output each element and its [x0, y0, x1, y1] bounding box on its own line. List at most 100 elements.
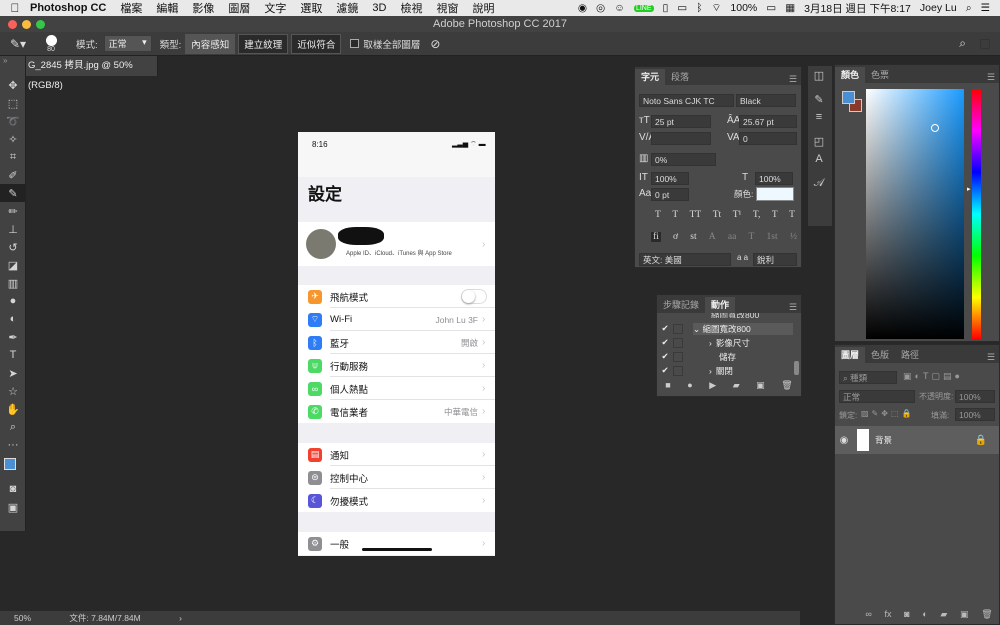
new-layer-icon[interactable]: ▣: [960, 609, 969, 620]
text-color-swatch[interactable]: [756, 187, 794, 201]
subscript-button[interactable]: T,: [753, 210, 760, 220]
menu-file[interactable]: 檔案: [120, 0, 142, 16]
language-select[interactable]: 英文: 美國: [639, 253, 731, 266]
type-tool-icon[interactable]: T: [0, 346, 26, 364]
list-icon[interactable]: ☰: [981, 2, 990, 14]
create-texture-button[interactable]: 建立紋理: [238, 33, 289, 54]
filter-icons[interactable]: ▣◐T▢▤●: [903, 371, 963, 382]
content-aware-button[interactable]: 內容感知: [185, 33, 236, 54]
adjustment-layer-icon[interactable]: ◐: [922, 609, 927, 620]
healing-brush-icon[interactable]: ✎: [0, 184, 26, 202]
mode-select[interactable]: 正常 ▾: [103, 35, 152, 52]
vertical-scale-field[interactable]: 100%: [651, 172, 689, 185]
stop-icon[interactable]: ■: [665, 380, 670, 391]
blend-mode-select[interactable]: 正常: [839, 390, 915, 403]
airplane-toggle[interactable]: [461, 289, 487, 304]
glyphs-icon[interactable]: 𝒜: [808, 174, 830, 192]
dodge-tool-icon[interactable]: ◐: [0, 310, 26, 328]
tab-color[interactable]: 顏色: [835, 67, 866, 83]
list-item[interactable]: ☾ 勿擾模式 ›: [298, 489, 495, 512]
new-action-icon[interactable]: ▣: [756, 380, 765, 391]
lasso-tool-icon[interactable]: ➰: [0, 112, 26, 130]
search-icon[interactable]: ⌕: [959, 36, 966, 51]
stamp-tool-icon[interactable]: ⊥: [0, 220, 26, 238]
flag-icon[interactable]: ▦: [785, 2, 795, 14]
chevron-right-icon[interactable]: ›: [179, 613, 182, 623]
document-tab[interactable]: G_2845 拷貝.jpg @ 50% (RGB/8): [26, 56, 158, 91]
visibility-eye-icon[interactable]: ◉: [835, 435, 853, 446]
trash-icon[interactable]: 🗑: [781, 380, 792, 391]
list-item[interactable]: ∞ 個人熱點 ›: [298, 377, 495, 400]
list-item[interactable]: ᛒ 藍牙 開啟 ›: [298, 331, 495, 354]
move-tool-icon[interactable]: ✥: [0, 76, 26, 94]
menu-view[interactable]: 檢視: [400, 0, 422, 16]
panel-menu-icon[interactable]: ☰: [987, 72, 995, 83]
titling-button[interactable]: T: [749, 232, 755, 242]
eyedropper-icon[interactable]: ✐: [0, 166, 26, 184]
list-item[interactable]: ✆ 電信業者 中華電信 ›: [298, 400, 495, 423]
mask-icon[interactable]: ◙: [904, 609, 909, 620]
group-icon[interactable]: ▰: [940, 609, 947, 620]
strikethrough-button[interactable]: T: [789, 210, 795, 220]
list-item[interactable]: ✔ › 影像尺寸: [657, 336, 793, 349]
tab-actions[interactable]: 動作: [705, 297, 736, 313]
tab-layers[interactable]: 圖層: [835, 347, 866, 363]
menu-3d[interactable]: 3D: [372, 2, 386, 14]
list-item[interactable]: ✔ › 關閉: [657, 364, 793, 377]
menu-help[interactable]: 說明: [472, 0, 494, 16]
character-icon[interactable]: A: [808, 150, 830, 168]
wifi-icon[interactable]: ⌔: [712, 1, 722, 15]
antialias-select[interactable]: 銳利: [753, 253, 797, 266]
apple-id-row[interactable]: Apple ID、iCloud、iTunes 與 App Store ›: [298, 222, 495, 266]
more-tools-icon[interactable]: ···: [0, 436, 26, 454]
ligature-button[interactable]: fi: [651, 232, 661, 242]
proximity-match-button[interactable]: 近似符合: [291, 33, 342, 54]
folder-icon[interactable]: ▰: [733, 380, 740, 391]
scrollbar[interactable]: [794, 361, 799, 375]
tab-channels[interactable]: 色版: [865, 347, 895, 363]
zoom-button[interactable]: [36, 20, 45, 29]
stylistic-button[interactable]: st: [690, 232, 696, 242]
color-picker-cursor[interactable]: [931, 124, 939, 132]
discretionary-ligature-button[interactable]: ơ: [673, 232, 678, 242]
all-caps-button[interactable]: TT: [690, 210, 702, 220]
app-menu[interactable]: Photoshop CC: [30, 2, 106, 14]
menu-select[interactable]: 選取: [300, 0, 322, 16]
menu-edit[interactable]: 編輯: [156, 0, 178, 16]
opacity-field[interactable]: 100%: [955, 390, 995, 403]
tab-paths[interactable]: 路徑: [895, 347, 925, 363]
brush-settings-icon[interactable]: ✎: [808, 90, 830, 108]
adjustments-icon[interactable]: ≡: [808, 108, 830, 126]
faux-bold-button[interactable]: T: [655, 210, 661, 220]
hand-tool-icon[interactable]: ✋: [0, 400, 26, 418]
gradient-tool-icon[interactable]: ▥: [0, 274, 26, 292]
status-icon[interactable]: ◉: [578, 2, 587, 14]
status-icon[interactable]: ☺: [614, 2, 625, 14]
healing-brush-icon[interactable]: ✎▾: [0, 37, 36, 51]
pressure-icon[interactable]: ⊘: [430, 37, 440, 51]
tracking-field[interactable]: 0: [739, 132, 797, 145]
font-size-field[interactable]: 25 pt: [651, 115, 711, 128]
crop-tool-icon[interactable]: ⌗: [0, 148, 26, 166]
underline-button[interactable]: T: [772, 210, 778, 220]
search-icon[interactable]: ⌕: [966, 2, 972, 15]
play-icon[interactable]: ▶: [709, 380, 716, 391]
blur-tool-icon[interactable]: ●: [0, 292, 26, 310]
font-family-select[interactable]: Noto Sans CJK TC: [639, 94, 734, 107]
hue-marker-icon[interactable]: ▸: [967, 185, 971, 193]
line-icon[interactable]: LINE: [633, 4, 654, 12]
fx-icon[interactable]: fx: [884, 609, 891, 620]
clone-source-icon[interactable]: ◰: [808, 132, 830, 150]
airplay-icon[interactable]: ▭: [677, 2, 687, 14]
pen-tool-icon[interactable]: ✒: [0, 328, 26, 346]
leading-field[interactable]: 25.67 pt: [739, 115, 797, 128]
workspace-icon[interactable]: [980, 38, 990, 49]
list-item[interactable]: 縮圖寬改800: [657, 313, 793, 318]
apple-icon[interactable]: : [0, 1, 30, 15]
trash-icon[interactable]: 🗑: [981, 609, 992, 620]
tsume-field[interactable]: 0%: [651, 153, 716, 166]
history-icon[interactable]: ◫: [808, 66, 830, 84]
baseline-field[interactable]: 0 pt: [651, 188, 689, 201]
brush-preset-picker[interactable]: 80: [36, 34, 66, 53]
menu-image[interactable]: 影像: [192, 0, 214, 16]
